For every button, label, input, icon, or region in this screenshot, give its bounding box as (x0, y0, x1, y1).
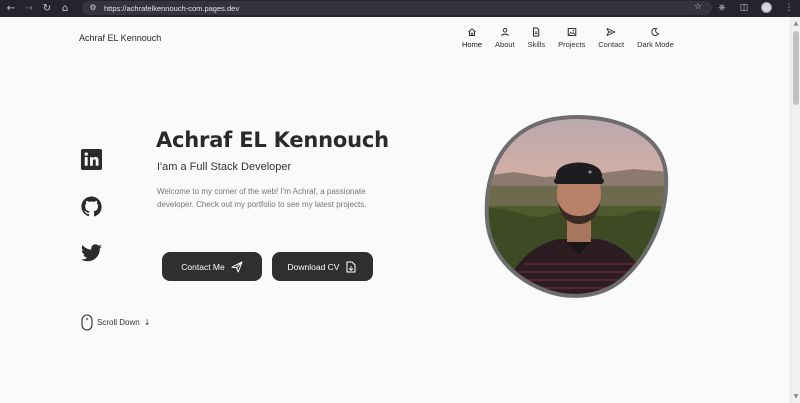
nav-item-skills[interactable]: Skills (527, 27, 546, 49)
bookmark-star-icon[interactable]: ☆ (694, 2, 702, 12)
browser-toolbar: ← → ↻ ⌂ ⚙ https://achrafelkennouch-com.p… (0, 0, 800, 17)
mouse-icon (81, 314, 93, 331)
forward-icon[interactable]: → (22, 2, 36, 16)
reload-icon[interactable]: ↻ (40, 2, 54, 16)
social-links (80, 148, 103, 265)
site-brand[interactable]: Achraf EL Kennouch (79, 33, 161, 43)
profile-photo (484, 114, 669, 298)
nav-label: Home (462, 40, 483, 49)
nav-item-about[interactable]: About (495, 27, 515, 49)
contact-me-button[interactable]: Contact Me (162, 252, 262, 281)
hero-title: Achraf EL Kennouch (156, 128, 389, 152)
nav-label: Skills (527, 40, 546, 49)
scroll-down-label: Scroll Down (97, 318, 140, 327)
linkedin-icon[interactable] (80, 148, 103, 171)
send-icon (606, 28, 616, 36)
profile-avatar[interactable] (761, 2, 772, 13)
nav-item-projects[interactable]: Projects (558, 27, 585, 49)
home-browser-icon[interactable]: ⌂ (58, 2, 72, 16)
nav-label: Dark Mode (637, 40, 674, 49)
site-info-icon[interactable]: ⚙ (88, 3, 98, 13)
scroll-up-icon[interactable]: ▲ (793, 20, 799, 27)
arrow-down-icon: ↓ (143, 318, 151, 327)
extensions-icon[interactable]: ⎈ (717, 3, 727, 13)
scroll-down-link[interactable]: Scroll Down ↓ (81, 314, 150, 331)
scroll-down-arrow-icon[interactable]: ▼ (793, 393, 799, 400)
url-text[interactable]: https://achrafelkennouch-com.pages.dev (104, 4, 239, 13)
hero-description: Welcome to my corner of the web! I'm Ach… (157, 187, 367, 209)
cv-button-label: Download CV (287, 261, 340, 272)
main-nav: Home About Skills Projects Contact Dark … (462, 27, 674, 49)
nav-item-dark-mode[interactable]: Dark Mode (637, 27, 674, 49)
home-icon (468, 28, 476, 36)
address-bar[interactable]: ⚙ https://achrafelkennouch-com.pages.dev… (82, 1, 712, 15)
nav-label: Projects (558, 40, 586, 49)
side-panel-icon[interactable]: ◫ (739, 3, 749, 13)
nav-label: Contact (598, 40, 625, 49)
user-icon (501, 28, 509, 37)
twitter-icon[interactable] (80, 242, 103, 265)
nav-item-contact[interactable]: Contact (598, 27, 624, 49)
scroll-thumb[interactable] (793, 31, 799, 105)
document-icon (533, 27, 540, 37)
browser-menu-icon[interactable]: ⋮ (784, 3, 794, 13)
contact-button-label: Contact Me (181, 261, 225, 272)
page-scrollbar[interactable]: ▲ ▼ (790, 17, 800, 403)
send-icon (231, 261, 243, 272)
nav-item-home[interactable]: Home (462, 27, 482, 49)
github-icon[interactable] (80, 195, 103, 218)
image-icon (567, 28, 576, 36)
back-icon[interactable]: ← (4, 2, 18, 16)
nav-label: About (495, 40, 515, 49)
hero-subtitle: I'am a Full Stack Developer (157, 161, 292, 173)
moon-icon (651, 27, 660, 36)
document-download-icon (346, 261, 356, 272)
download-cv-button[interactable]: Download CV (272, 252, 373, 281)
